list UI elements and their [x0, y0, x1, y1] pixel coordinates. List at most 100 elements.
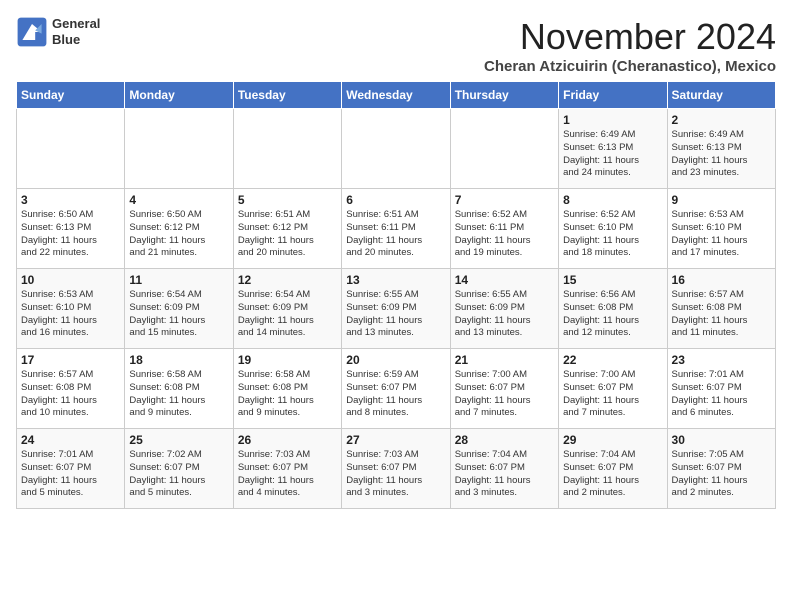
weekday-header-thursday: Thursday [450, 82, 558, 109]
calendar-cell: 4 Sunrise: 6:50 AM Sunset: 6:12 PM Daylig… [125, 189, 233, 269]
day-info: Sunrise: 6:54 AM Sunset: 6:09 PM Dayligh… [238, 289, 337, 340]
day-info: Sunrise: 6:54 AM Sunset: 6:09 PM Dayligh… [129, 289, 228, 340]
day-number: 22 [563, 353, 662, 367]
weekday-header-sunday: Sunday [17, 82, 125, 109]
day-number: 20 [346, 353, 445, 367]
weekday-header-row: SundayMondayTuesdayWednesdayThursdayFrid… [17, 82, 776, 109]
weekday-header-friday: Friday [559, 82, 667, 109]
day-number: 19 [238, 353, 337, 367]
calendar-week-row: 10 Sunrise: 6:53 AM Sunset: 6:10 PM Dayli… [17, 269, 776, 349]
title-block: November 2024 Cheran Atzicuirin (Cherana… [484, 16, 776, 75]
day-info: Sunrise: 6:50 AM Sunset: 6:12 PM Dayligh… [129, 209, 228, 260]
calendar-cell: 16Sunrise: 6:57 AM Sunset: 6:08 PM Dayli… [667, 269, 775, 349]
calendar-cell [17, 109, 125, 189]
day-info: Sunrise: 6:53 AM Sunset: 6:10 PM Dayligh… [21, 289, 120, 340]
calendar-cell: 21Sunrise: 7:00 AM Sunset: 6:07 PM Dayli… [450, 349, 558, 429]
calendar-week-row: 1 Sunrise: 6:49 AM Sunset: 6:13 PM Daylig… [17, 109, 776, 189]
day-number: 23 [672, 353, 771, 367]
day-info: Sunrise: 7:03 AM Sunset: 6:07 PM Dayligh… [346, 449, 445, 500]
calendar-cell: 15 Sunrise: 6:56 AM Sunset: 6:08 PM Dayli… [559, 269, 667, 349]
calendar-cell: 25 Sunrise: 7:02 AM Sunset: 6:07 PM Dayli… [125, 429, 233, 509]
calendar-cell: 19 Sunrise: 6:58 AM Sunset: 6:08 PM Dayli… [233, 349, 341, 429]
day-number: 13 [346, 273, 445, 287]
calendar-cell: 28 Sunrise: 7:04 AM Sunset: 6:07 PM Dayli… [450, 429, 558, 509]
day-info: Sunrise: 6:49 AM Sunset: 6:13 PM Dayligh… [563, 129, 662, 180]
day-number: 8 [563, 193, 662, 207]
day-info: Sunrise: 7:03 AM Sunset: 6:07 PM Dayligh… [238, 449, 337, 500]
day-number: 29 [563, 433, 662, 447]
day-info: Sunrise: 7:04 AM Sunset: 6:07 PM Dayligh… [563, 449, 662, 500]
day-number: 27 [346, 433, 445, 447]
calendar-cell: 27 Sunrise: 7:03 AM Sunset: 6:07 PM Dayli… [342, 429, 450, 509]
day-info: Sunrise: 7:00 AM Sunset: 6:07 PM Dayligh… [563, 369, 662, 420]
calendar-cell: 8 Sunrise: 6:52 AM Sunset: 6:10 PM Daylig… [559, 189, 667, 269]
calendar-cell: 2 Sunrise: 6:49 AM Sunset: 6:13 PM Daylig… [667, 109, 775, 189]
day-number: 18 [129, 353, 228, 367]
day-info: Sunrise: 7:04 AM Sunset: 6:07 PM Dayligh… [455, 449, 554, 500]
day-number: 25 [129, 433, 228, 447]
day-info: Sunrise: 6:57 AM Sunset: 6:08 PM Dayligh… [672, 289, 771, 340]
calendar-cell [125, 109, 233, 189]
calendar-week-row: 3 Sunrise: 6:50 AM Sunset: 6:13 PM Daylig… [17, 189, 776, 269]
day-info: Sunrise: 7:02 AM Sunset: 6:07 PM Dayligh… [129, 449, 228, 500]
subtitle: Cheran Atzicuirin (Cheranastico), Mexico [484, 58, 776, 75]
calendar-cell: 3 Sunrise: 6:50 AM Sunset: 6:13 PM Daylig… [17, 189, 125, 269]
day-info: Sunrise: 7:05 AM Sunset: 6:07 PM Dayligh… [672, 449, 771, 500]
day-info: Sunrise: 6:55 AM Sunset: 6:09 PM Dayligh… [455, 289, 554, 340]
calendar-cell: 29 Sunrise: 7:04 AM Sunset: 6:07 PM Dayli… [559, 429, 667, 509]
day-info: Sunrise: 6:56 AM Sunset: 6:08 PM Dayligh… [563, 289, 662, 340]
calendar-cell: 26 Sunrise: 7:03 AM Sunset: 6:07 PM Dayli… [233, 429, 341, 509]
weekday-header-monday: Monday [125, 82, 233, 109]
calendar-cell: 17 Sunrise: 6:57 AM Sunset: 6:08 PM Dayli… [17, 349, 125, 429]
day-info: Sunrise: 6:58 AM Sunset: 6:08 PM Dayligh… [238, 369, 337, 420]
day-number: 11 [129, 273, 228, 287]
day-info: Sunrise: 6:52 AM Sunset: 6:11 PM Dayligh… [455, 209, 554, 260]
day-info: Sunrise: 7:01 AM Sunset: 6:07 PM Dayligh… [672, 369, 771, 420]
main-title: November 2024 [484, 16, 776, 58]
day-number: 14 [455, 273, 554, 287]
header: General Blue November 2024 Cheran Atzicu… [16, 16, 776, 75]
calendar-cell: 13 Sunrise: 6:55 AM Sunset: 6:09 PM Dayli… [342, 269, 450, 349]
day-info: Sunrise: 6:49 AM Sunset: 6:13 PM Dayligh… [672, 129, 771, 180]
day-number: 2 [672, 113, 771, 127]
weekday-header-wednesday: Wednesday [342, 82, 450, 109]
logo-icon [16, 16, 48, 48]
calendar-cell [450, 109, 558, 189]
day-number: 6 [346, 193, 445, 207]
day-info: Sunrise: 6:55 AM Sunset: 6:09 PM Dayligh… [346, 289, 445, 340]
day-info: Sunrise: 6:51 AM Sunset: 6:11 PM Dayligh… [346, 209, 445, 260]
day-number: 5 [238, 193, 337, 207]
day-number: 3 [21, 193, 120, 207]
calendar-cell: 10 Sunrise: 6:53 AM Sunset: 6:10 PM Dayli… [17, 269, 125, 349]
day-number: 17 [21, 353, 120, 367]
day-number: 15 [563, 273, 662, 287]
day-info: Sunrise: 6:51 AM Sunset: 6:12 PM Dayligh… [238, 209, 337, 260]
day-info: Sunrise: 7:00 AM Sunset: 6:07 PM Dayligh… [455, 369, 554, 420]
calendar-cell: 5 Sunrise: 6:51 AM Sunset: 6:12 PM Daylig… [233, 189, 341, 269]
day-number: 12 [238, 273, 337, 287]
day-info: Sunrise: 6:57 AM Sunset: 6:08 PM Dayligh… [21, 369, 120, 420]
day-number: 9 [672, 193, 771, 207]
calendar-cell: 18 Sunrise: 6:58 AM Sunset: 6:08 PM Dayli… [125, 349, 233, 429]
calendar-cell: 1 Sunrise: 6:49 AM Sunset: 6:13 PM Daylig… [559, 109, 667, 189]
calendar-cell: 14 Sunrise: 6:55 AM Sunset: 6:09 PM Dayli… [450, 269, 558, 349]
day-info: Sunrise: 6:52 AM Sunset: 6:10 PM Dayligh… [563, 209, 662, 260]
day-info: Sunrise: 6:53 AM Sunset: 6:10 PM Dayligh… [672, 209, 771, 260]
day-info: Sunrise: 6:58 AM Sunset: 6:08 PM Dayligh… [129, 369, 228, 420]
day-info: Sunrise: 6:50 AM Sunset: 6:13 PM Dayligh… [21, 209, 120, 260]
day-info: Sunrise: 7:01 AM Sunset: 6:07 PM Dayligh… [21, 449, 120, 500]
day-number: 30 [672, 433, 771, 447]
day-number: 10 [21, 273, 120, 287]
calendar-cell: 11 Sunrise: 6:54 AM Sunset: 6:09 PM Dayli… [125, 269, 233, 349]
day-number: 1 [563, 113, 662, 127]
calendar-cell: 7Sunrise: 6:52 AM Sunset: 6:11 PM Daylig… [450, 189, 558, 269]
day-number: 26 [238, 433, 337, 447]
day-number: 28 [455, 433, 554, 447]
calendar-cell: 23 Sunrise: 7:01 AM Sunset: 6:07 PM Dayli… [667, 349, 775, 429]
calendar-cell: 20Sunrise: 6:59 AM Sunset: 6:07 PM Dayli… [342, 349, 450, 429]
weekday-header-tuesday: Tuesday [233, 82, 341, 109]
day-number: 4 [129, 193, 228, 207]
calendar-cell: 22 Sunrise: 7:00 AM Sunset: 6:07 PM Dayli… [559, 349, 667, 429]
logo: General Blue [16, 16, 100, 48]
calendar-cell [342, 109, 450, 189]
